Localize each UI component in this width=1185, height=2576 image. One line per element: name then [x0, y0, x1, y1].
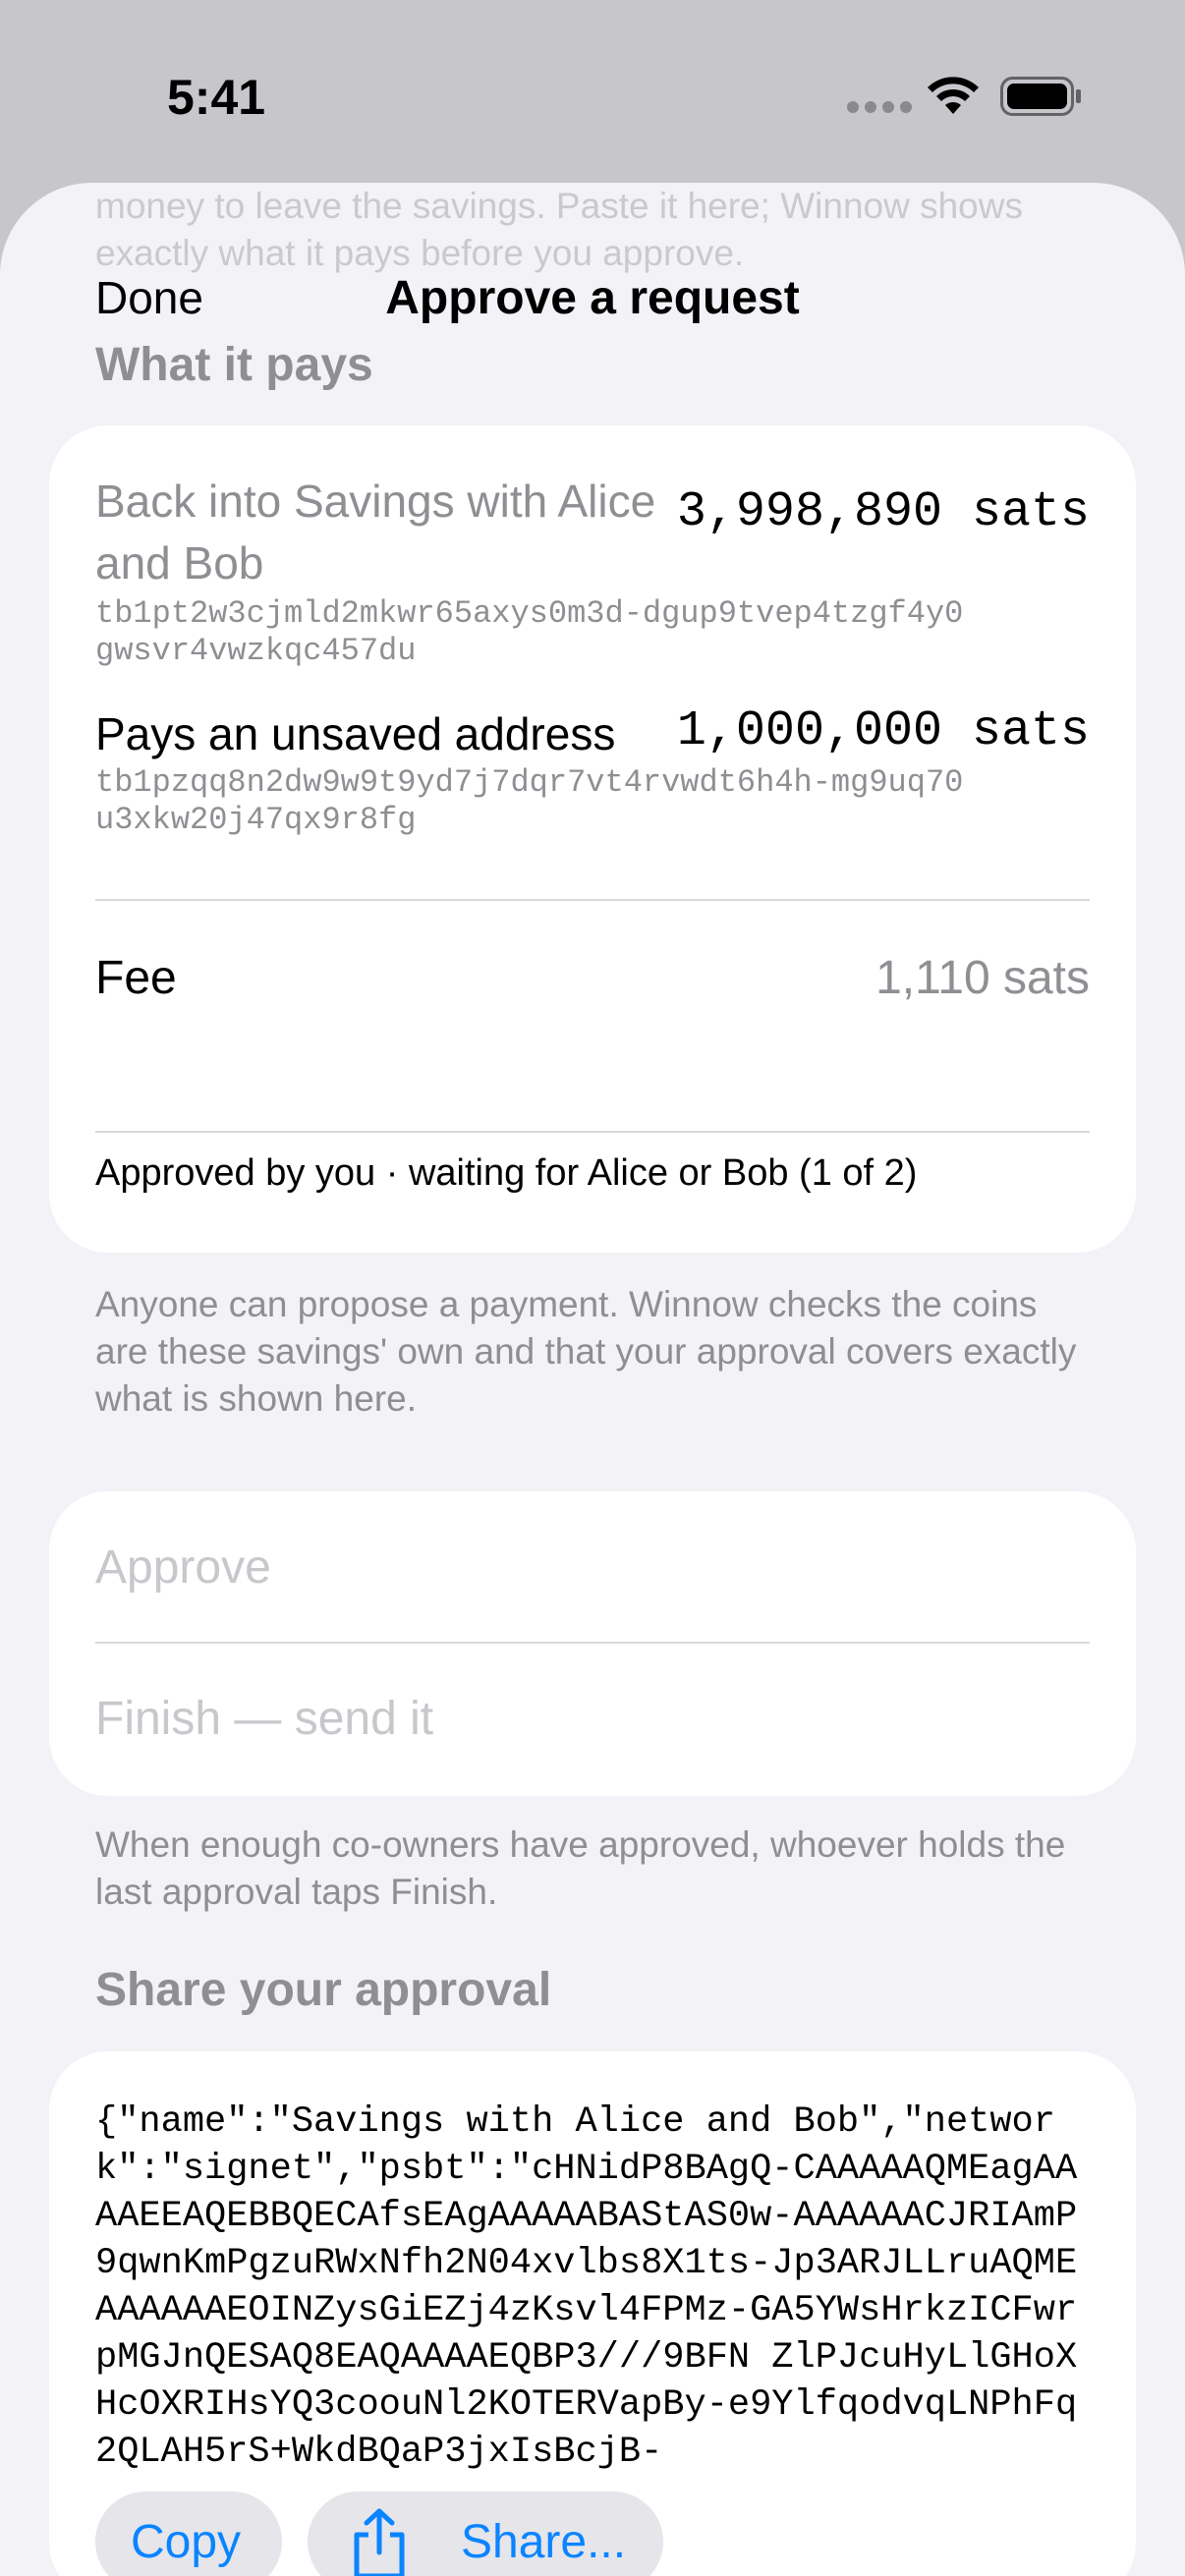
output-address: tb1pzqq8n2dw9w9t9yd7j7dqr7vt4rvwdt6h4h-m…	[95, 764, 964, 838]
approve-button[interactable]: Approve	[95, 1540, 1090, 1619]
actions-card: Approve Finish — send it	[49, 1491, 1136, 1796]
page-title: Approve a request	[385, 272, 800, 324]
fee-row: Fee 1,110 sats	[95, 951, 1090, 1030]
output-label: Pays an unsaved address	[95, 708, 616, 759]
share-approval-header: Share your approval	[95, 1964, 552, 2016]
status-bar: 5:41	[0, 0, 1185, 187]
share-icon	[354, 2508, 405, 2576]
battery-icon	[1000, 77, 1081, 116]
payment-details-card: Back into Savings with Alice and Bob 3,9…	[49, 425, 1136, 1253]
copy-button[interactable]: Copy	[95, 2492, 282, 2576]
approval-status: Approved by you · waiting for Alice or B…	[95, 1152, 918, 1194]
what-it-pays-header: What it pays	[95, 339, 373, 391]
output-row: Pays an unsaved address 1,000,000 sats t…	[95, 703, 1090, 880]
divider	[95, 1131, 1090, 1133]
approve-label: Approve	[95, 1541, 271, 1594]
finish-label: Finish — send it	[95, 1693, 434, 1745]
share-approval-card: {"name":"Savings with Alice and Bob","ne…	[49, 2051, 1136, 2576]
approval-json-text[interactable]: {"name":"Savings with Alice and Bob","ne…	[95, 2099, 1098, 2523]
share-button[interactable]: Share...	[308, 2492, 663, 2576]
actions-footnote: When enough co-owners have approved, who…	[95, 1824, 1066, 1912]
divider	[95, 1642, 1090, 1644]
output-label: Back into Savings with Alice and Bob	[95, 476, 656, 588]
fee-value: 1,110 sats	[875, 952, 1090, 1004]
output-amount: 3,998,890 sats	[676, 484, 1090, 540]
what-it-pays-footnote: Anyone can propose a payment. Winnow che…	[95, 1284, 1077, 1419]
output-address: tb1pt2w3cjmld2mkwr65axys0m3d-dgup9tvep4t…	[95, 595, 964, 669]
approve-request-sheet: money to leave the savings. Paste it her…	[0, 183, 1185, 2576]
copy-label: Copy	[131, 2516, 242, 2568]
cellular-signal-icon	[847, 100, 918, 118]
output-row: Back into Savings with Alice and Bob 3,9…	[95, 471, 1090, 669]
share-label: Share...	[461, 2516, 627, 2568]
finish-button[interactable]: Finish — send it	[95, 1692, 1090, 1770]
wifi-icon	[928, 77, 979, 114]
status-time: 5:41	[167, 70, 266, 125]
output-amount: 1,000,000 sats	[676, 703, 1090, 759]
fee-label: Fee	[95, 952, 177, 1004]
divider	[95, 899, 1090, 901]
